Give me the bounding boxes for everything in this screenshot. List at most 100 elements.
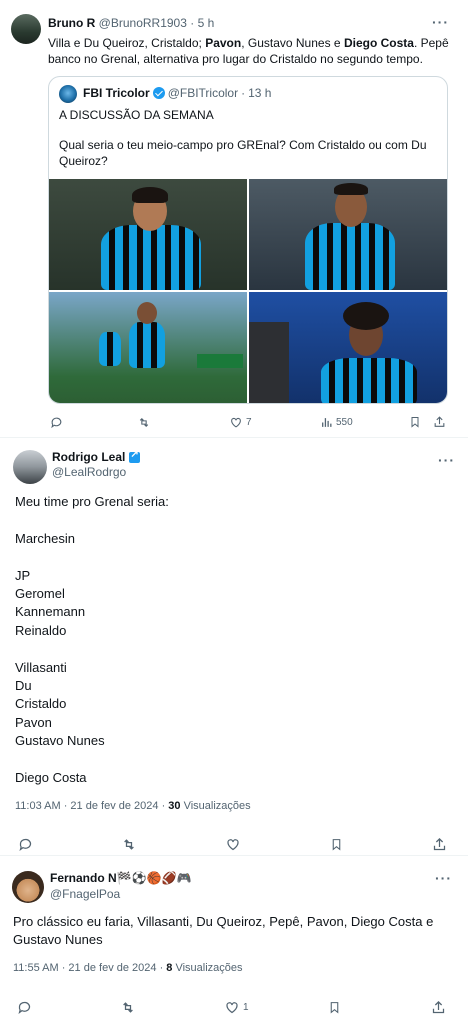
- repost-button[interactable]: [120, 1000, 136, 1015]
- text-line: Marchesin: [15, 530, 75, 546]
- share-button[interactable]: [433, 415, 446, 429]
- like-count: 7: [246, 416, 252, 428]
- text-line: JP: [15, 567, 31, 583]
- views-label: Visualizações: [180, 800, 251, 812]
- photo-player-2[interactable]: [249, 179, 447, 290]
- post-meta: 11:03 AM · 21 de fev de 2024 · 30 Visual…: [15, 800, 251, 812]
- text-part: , Gustavo Nunes e: [241, 36, 344, 50]
- author-name[interactable]: Fernando N: [50, 871, 117, 885]
- views-label: Visualizações: [172, 962, 243, 974]
- quote-time: 13 h: [248, 86, 272, 100]
- jersey-shape: [305, 223, 395, 290]
- jersey-shape: [321, 358, 417, 403]
- author-handle[interactable]: @LealRodrgo: [52, 465, 126, 479]
- action-bar: 1: [0, 999, 468, 1015]
- post-header: Bruno R @BrunoRR1903 · 5 h: [48, 16, 214, 30]
- text-line: [15, 750, 169, 768]
- bookmark-icon: [411, 417, 419, 428]
- photo-player-3[interactable]: [49, 292, 247, 403]
- reply-button[interactable]: [17, 1000, 32, 1015]
- action-bar: 7 550: [0, 414, 468, 430]
- text-line: Cristaldo: [15, 696, 67, 712]
- bookmark-button[interactable]: [409, 415, 421, 429]
- photo-player-4[interactable]: [249, 292, 447, 403]
- repost-icon: [124, 838, 134, 850]
- like-count: 1: [243, 1001, 249, 1013]
- person-left-shape: [249, 322, 289, 403]
- views-button[interactable]: 550: [320, 416, 353, 429]
- text-line: Reinaldo: [15, 622, 67, 638]
- author-name[interactable]: Bruno R: [48, 16, 95, 30]
- author-handle[interactable]: @BrunoRR1903: [99, 16, 187, 30]
- avatar[interactable]: [12, 871, 44, 903]
- sponsor-board: [197, 354, 243, 368]
- like-button[interactable]: 7: [229, 416, 252, 429]
- post-meta: 11:55 AM · 21 de fev de 2024 · 8 Visuali…: [13, 962, 243, 974]
- post-fernando[interactable]: Fernando N🏁⚽🏀🏈🎮 @FnagelPoa ··· Pro cláss…: [0, 858, 468, 1024]
- post-text: Meu time pro Grenal seria: Marchesin JP …: [15, 493, 169, 787]
- reply-button[interactable]: [18, 837, 33, 852]
- more-options-icon[interactable]: ···: [435, 870, 452, 886]
- reply-button[interactable]: [50, 416, 66, 429]
- separator: ·: [186, 16, 198, 30]
- avatar[interactable]: [11, 14, 41, 44]
- author-name[interactable]: Rodrigo Leal: [52, 450, 125, 464]
- hair-shape: [334, 183, 368, 195]
- repost-icon: [139, 417, 149, 427]
- name-emojis: 🏁⚽🏀🏈🎮: [116, 871, 192, 885]
- heart-icon: [231, 417, 241, 427]
- text-line: Diego Costa: [15, 769, 87, 785]
- post-bruno[interactable]: Bruno R @BrunoRR1903 · 5 h ··· Villa e D…: [0, 0, 468, 438]
- reply-icon: [19, 838, 32, 851]
- text-part-bold: Pavon: [205, 36, 242, 50]
- post-timestamp[interactable]: 11:55 AM · 21 de fev de 2024 ·: [13, 962, 166, 974]
- more-options-icon[interactable]: ···: [438, 452, 455, 468]
- share-icon: [433, 837, 446, 850]
- quote-body: Qual seria o teu meio-campo pro GREnal? …: [59, 138, 427, 168]
- post-text: Villa e Du Queiroz, Cristaldo; Pavon, Gu…: [48, 35, 453, 67]
- bookmark-icon: [332, 838, 341, 851]
- author-name-row: Fernando N🏁⚽🏀🏈🎮: [50, 871, 191, 885]
- text-part: Villa e Du Queiroz, Cristaldo;: [48, 36, 206, 50]
- heart-icon: [226, 1001, 238, 1013]
- text-line: Geromel: [15, 585, 65, 601]
- bookmark-button[interactable]: [328, 1000, 341, 1015]
- text-line: Gustavo Nunes: [15, 733, 105, 749]
- like-button[interactable]: [225, 837, 241, 852]
- action-bar: [0, 836, 468, 852]
- jersey-shape: [99, 332, 121, 366]
- views-count: 550: [336, 416, 353, 428]
- post-timestamp[interactable]: 11:03 AM · 21 de fev de 2024 ·: [15, 800, 168, 812]
- quote-author-handle: @FBITricolor: [167, 86, 239, 100]
- text-line: Pavon: [15, 714, 52, 730]
- quote-header: FBI Tricolor @FBITricolor · 13 h: [83, 86, 271, 100]
- bookmark-button[interactable]: [330, 837, 343, 852]
- post-time[interactable]: 5 h: [198, 16, 215, 30]
- hair-shape: [132, 187, 168, 203]
- views-icon: [322, 417, 332, 427]
- more-options-icon[interactable]: ···: [432, 14, 449, 30]
- reply-icon: [51, 417, 62, 428]
- bookmark-icon: [330, 1001, 339, 1014]
- quoted-post[interactable]: FBI Tricolor @FBITricolor · 13 h A DISCU…: [48, 76, 448, 404]
- avatar[interactable]: [13, 450, 47, 484]
- photo-player-1[interactable]: [49, 179, 247, 290]
- post-text: Pro clássico eu faria, Villasanti, Du Qu…: [13, 914, 434, 947]
- quote-title: A DISCUSSÃO DA SEMANA: [59, 108, 214, 122]
- share-button[interactable]: [432, 837, 447, 852]
- quote-avatar: [59, 85, 77, 103]
- like-button[interactable]: 1: [224, 1000, 249, 1015]
- arrow-badge-icon: [129, 449, 141, 463]
- share-button[interactable]: [431, 1000, 446, 1015]
- text-line: Du: [15, 677, 32, 693]
- repost-button[interactable]: [121, 837, 137, 852]
- share-icon: [434, 416, 445, 427]
- share-icon: [432, 1000, 445, 1013]
- views-count: 30: [168, 800, 181, 812]
- reply-icon: [18, 1001, 31, 1014]
- author-handle[interactable]: @FnagelPoa: [50, 887, 120, 901]
- separator: ·: [241, 86, 246, 100]
- repost-button[interactable]: [137, 416, 154, 429]
- post-rodrigo[interactable]: Rodrigo Leal @LealRodrgo ··· Meu time pr…: [0, 440, 468, 856]
- media-grid: [49, 179, 447, 403]
